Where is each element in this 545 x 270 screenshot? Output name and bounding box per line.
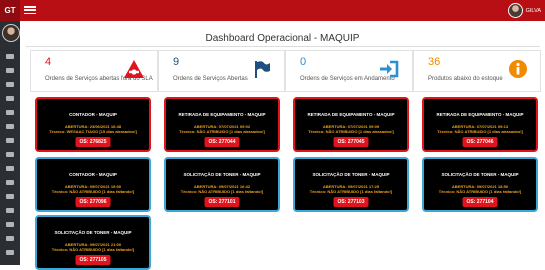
page-title: Dashboard Operacional - MAQUIP (205, 33, 360, 44)
stat-value: 9 (173, 56, 180, 68)
ticket-technician: Técnico: NÃO ATRIBUIDO [1 dias faltando!… (51, 189, 135, 194)
ticket-technician: Técnico: NÃO ATRIBUIDO [1 dias atrasados… (308, 129, 394, 134)
sidebar (0, 21, 20, 265)
ticket-card[interactable]: SOLICITAÇÃO DE TONER - MAQUIP ABERTURA: … (422, 157, 538, 212)
stat-label: Ordens de Serviços Abertas (173, 76, 248, 82)
title-divider (26, 46, 540, 47)
ticket-title: SOLICITAÇÃO DE TONER - MAQUIP (312, 172, 390, 177)
inbox-icon[interactable] (6, 82, 14, 87)
ticket-title: SOLICITAÇÃO DE TONER - MAQUIP (183, 172, 261, 177)
ticket-os-badge[interactable]: OS: 277103 (333, 197, 369, 207)
home-icon[interactable] (6, 54, 14, 59)
ticket-os-badge[interactable]: OS: 277045 (333, 137, 369, 147)
ticket-title: CONTADOR - MAQUIP (69, 172, 117, 177)
ticket-title: RETIRADA DE EQUIPAMENTO - MAQUIP (436, 112, 524, 117)
stat-value: 0 (300, 56, 307, 68)
user-avatar[interactable] (507, 3, 523, 18)
stat-card-stock[interactable]: 36 Produtos abaixo do estoque (413, 50, 541, 92)
ticket-card[interactable]: CONTADOR - MAQUIP ABERTURA: 23/06/2021 1… (35, 97, 151, 152)
dollar-icon[interactable] (6, 152, 14, 157)
chart-bar-icon[interactable] (6, 138, 14, 143)
settings-icon[interactable] (6, 250, 14, 255)
ticket-os-badge[interactable]: OS: 277104 (462, 197, 498, 207)
ticket-title: RETIRADA DE EQUIPAMENTO - MAQUIP (307, 112, 395, 117)
ticket-title: SOLICITAÇÃO DE TONER - MAQUIP (54, 230, 132, 235)
user-name[interactable]: GILVA (526, 8, 541, 14)
stat-card-sla[interactable]: 4 Ordens de Serviços abertas fora do SLA (30, 50, 158, 92)
ticket-os-badge[interactable]: OS: 276825 (75, 137, 111, 147)
stat-card-in-progress[interactable]: 0 Ordens de Serviços em Andamento (285, 50, 413, 92)
stat-value: 4 (45, 56, 52, 68)
ticket-technician: Técnico: WESAAC TIAGO [15 dias atrasados… (49, 129, 137, 134)
ticket-title: CONTADOR - MAQUIP (69, 112, 117, 117)
user-menu[interactable]: GILVA (507, 3, 541, 18)
ticket-os-badge[interactable]: OS: 277046 (462, 137, 498, 147)
ticket-technician: Técnico: NÃO ATRIBUIDO [1 dias faltando!… (51, 247, 135, 252)
file-icon[interactable] (6, 194, 14, 199)
login-arrow-icon (378, 59, 400, 84)
stat-card-open[interactable]: 9 Ordens de Serviços Abertas (158, 50, 285, 92)
ticket-technician: Técnico: NÃO ATRIBUIDO [1 dias atrasados… (437, 129, 523, 134)
stat-label: Produtos abaixo do estoque (428, 76, 503, 82)
reply-icon[interactable] (6, 96, 14, 101)
ticket-card[interactable]: SOLICITAÇÃO DE TONER - MAQUIP ABERTURA: … (164, 157, 280, 212)
ticket-title: SOLICITAÇÃO DE TONER - MAQUIP (441, 172, 519, 177)
warning-triangle-icon (123, 59, 145, 84)
ticket-card[interactable]: RETIRADA DE EQUIPAMENTO - MAQUIP ABERTUR… (422, 97, 538, 152)
top-bar: GT GILVA (0, 0, 545, 21)
ticket-technician: Técnico: NÃO ATRIBUIDO [1 dias faltando!… (438, 189, 522, 194)
truck-icon[interactable] (6, 222, 14, 227)
ticket-os-badge[interactable]: OS: 277101 (204, 197, 240, 207)
stat-value: 36 (428, 56, 441, 68)
ticket-technician: Técnico: NÃO ATRIBUIDO [1 dias faltando!… (180, 189, 264, 194)
ticket-os-badge[interactable]: OS: 277044 (204, 137, 240, 147)
ticket-title: RETIRADA DE EQUIPAMENTO - MAQUIP (178, 112, 266, 117)
ticket-card[interactable]: CONTADOR - MAQUIP ABERTURA: 09/07/2021 1… (35, 157, 151, 212)
ticket-card[interactable]: RETIRADA DE EQUIPAMENTO - MAQUIP ABERTUR… (164, 97, 280, 152)
ticket-card[interactable]: SOLICITAÇÃO DE TONER - MAQUIP ABERTURA: … (293, 157, 409, 212)
cart-icon[interactable] (6, 124, 14, 129)
ticket-os-badge[interactable]: OS: 277105 (75, 255, 111, 265)
ticket-os-badge[interactable]: OS: 277096 (75, 197, 111, 207)
ticket-technician: Técnico: NÃO ATRIBUIDO [1 dias atrasados… (179, 129, 265, 134)
menu-toggle-icon[interactable] (24, 4, 36, 16)
flag-icon (252, 59, 272, 84)
sidebar-avatar[interactable] (2, 24, 20, 42)
refresh-icon[interactable] (6, 110, 14, 115)
chart-line-icon[interactable] (6, 180, 14, 185)
ticket-card[interactable]: SOLICITAÇÃO DE TONER - MAQUIP ABERTURA: … (35, 215, 151, 270)
ticket-technician: Técnico: NÃO ATRIBUIDO [1 dias faltando!… (309, 189, 393, 194)
tag-icon[interactable] (6, 208, 14, 213)
ticket-card[interactable]: RETIRADA DE EQUIPAMENTO - MAQUIP ABERTUR… (293, 97, 409, 152)
app-logo[interactable]: GT (0, 0, 20, 21)
users-icon[interactable] (6, 68, 14, 73)
car-icon[interactable] (6, 236, 14, 241)
info-circle-icon (508, 59, 528, 84)
tools-icon[interactable] (6, 166, 14, 171)
